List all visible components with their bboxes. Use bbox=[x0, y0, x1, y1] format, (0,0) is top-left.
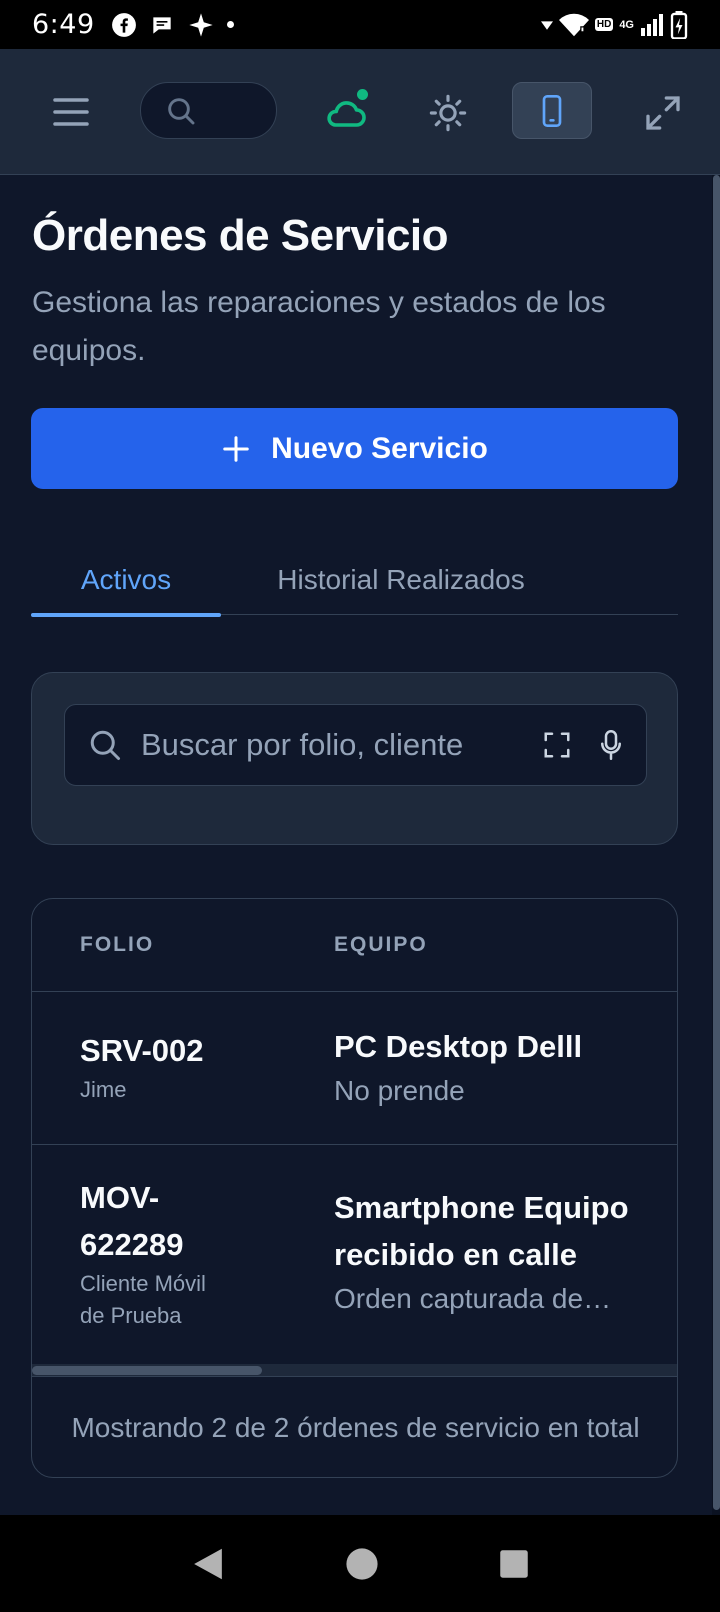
client-name: Jime bbox=[80, 1077, 127, 1102]
table-footer-count: Mostrando 2 de 2 órdenes de servicio en … bbox=[71, 1412, 640, 1443]
expand-icon bbox=[646, 96, 680, 130]
wifi-icon bbox=[558, 13, 589, 36]
plus-icon bbox=[223, 435, 249, 462]
equipo-cell: Smartphone Equipo recibido en calle Orde… bbox=[334, 1184, 654, 1320]
tab-bar: Activos Historial Realizados bbox=[31, 545, 678, 617]
status-bar: 6:49 HD 4G bbox=[0, 0, 720, 49]
tab-historial[interactable]: Historial Realizados bbox=[266, 545, 536, 615]
new-service-button[interactable]: Nuevo Servicio bbox=[31, 408, 678, 489]
page-vertical-scrollbar[interactable] bbox=[712, 175, 720, 1515]
search-icon bbox=[90, 730, 120, 760]
sparkle-icon bbox=[188, 12, 213, 37]
folio-id: MOV-622289 bbox=[80, 1180, 184, 1262]
tab-activos[interactable]: Activos bbox=[31, 545, 221, 617]
home-icon[interactable] bbox=[345, 1547, 379, 1581]
folio-id: SRV-002 bbox=[80, 1033, 204, 1068]
table-row[interactable]: SRV-002 Jime PC Desktop Delll No prende bbox=[32, 993, 677, 1145]
battery-charging-icon bbox=[670, 10, 688, 39]
table-horizontal-scrollbar[interactable] bbox=[32, 1364, 677, 1377]
sync-status-button[interactable] bbox=[318, 85, 374, 141]
network-type: 4G bbox=[619, 18, 634, 31]
vpn-arrow-icon bbox=[540, 20, 553, 30]
facebook-icon bbox=[111, 12, 136, 37]
cloud-icon bbox=[327, 101, 366, 127]
search-card bbox=[31, 672, 678, 845]
global-search-button[interactable] bbox=[140, 82, 277, 139]
new-service-label: Nuevo Servicio bbox=[271, 431, 488, 465]
menu-button[interactable] bbox=[46, 87, 96, 137]
folio-cell: MOV-622289 Cliente Móvil de Prueba bbox=[80, 1174, 250, 1332]
column-header-equipo: EQUIPO bbox=[334, 933, 428, 956]
theme-toggle-button[interactable] bbox=[420, 85, 476, 141]
scrollbar-thumb[interactable] bbox=[32, 1366, 262, 1375]
online-status-dot bbox=[357, 89, 368, 100]
status-time: 6:49 bbox=[32, 9, 95, 40]
search-icon bbox=[168, 97, 195, 124]
scrollbar-thumb[interactable] bbox=[713, 175, 720, 1510]
system-navigation-bar bbox=[0, 1515, 720, 1612]
signal-icon bbox=[641, 13, 663, 36]
page-subtitle: Gestiona las reparaciones y estados de l… bbox=[32, 286, 606, 367]
back-icon[interactable] bbox=[191, 1546, 225, 1582]
equipo-cell: PC Desktop Delll No prende bbox=[334, 1023, 654, 1112]
chat-bubble-icon bbox=[152, 16, 171, 34]
equipo-name: PC Desktop Delll bbox=[334, 1029, 583, 1064]
table-row[interactable]: MOV-622289 Cliente Móvil de Prueba Smart… bbox=[32, 1146, 677, 1364]
main-content: Órdenes de Servicio Gestiona las reparac… bbox=[0, 175, 712, 1515]
mobile-icon bbox=[542, 94, 562, 127]
microphone-icon[interactable] bbox=[598, 730, 624, 760]
client-name: Cliente Móvil de Prueba bbox=[80, 1271, 206, 1328]
equipo-description: No prende bbox=[334, 1075, 465, 1106]
recents-icon[interactable] bbox=[499, 1549, 529, 1579]
mobile-view-button[interactable] bbox=[512, 82, 592, 139]
scan-icon[interactable] bbox=[542, 730, 572, 760]
fullscreen-button[interactable] bbox=[635, 85, 691, 141]
equipo-name: Smartphone Equipo recibido en calle bbox=[334, 1190, 629, 1272]
orders-table: FOLIO EQUIPO SRV-002 Jime PC Desktop Del… bbox=[31, 898, 678, 1478]
order-search-input[interactable] bbox=[141, 727, 542, 763]
table-header: FOLIO EQUIPO bbox=[32, 899, 677, 992]
menu-icon bbox=[53, 98, 89, 126]
more-notifications-dot bbox=[226, 21, 234, 28]
hd-badge: HD bbox=[594, 18, 614, 31]
system-status-icons: HD 4G bbox=[540, 10, 688, 39]
page-title: Órdenes de Servicio bbox=[32, 211, 449, 260]
app-top-bar bbox=[0, 49, 720, 175]
sun-icon bbox=[429, 94, 467, 132]
equipo-description: Orden capturada desde app móvil bbox=[334, 1283, 619, 1314]
column-header-folio: FOLIO bbox=[80, 933, 155, 956]
folio-cell: SRV-002 Jime bbox=[80, 1027, 250, 1106]
notification-icons bbox=[111, 11, 234, 39]
order-search-field bbox=[64, 704, 647, 786]
